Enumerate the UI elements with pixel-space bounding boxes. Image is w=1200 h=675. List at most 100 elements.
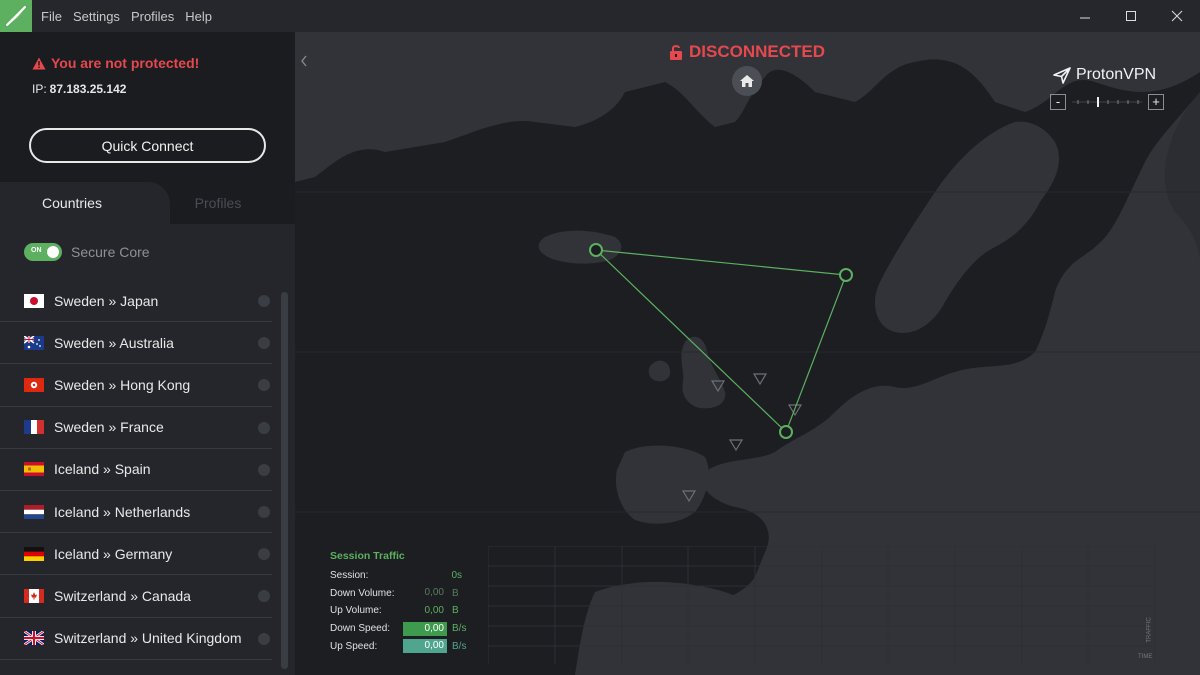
maximize-button[interactable] [1108,0,1154,32]
zoom-slider[interactable] [1070,97,1144,107]
tab-countries[interactable]: Countries [0,182,170,224]
server-label: Iceland » Spain [54,461,151,478]
session-traffic-panel: Session Traffic Session: 0s Down Volume:… [330,550,466,655]
server-connect-dot[interactable] [258,421,270,434]
server-label: Switzerland » United Kingdom [54,630,242,647]
server-list-scrollbar[interactable] [281,292,288,669]
secure-core-label: Secure Core [71,244,150,260]
quick-connect-button[interactable]: Quick Connect [29,128,266,163]
server-label: Sweden » Australia [54,334,174,351]
title-bar: File Settings Profiles Help [0,0,1200,32]
protonvpn-brand: ProtonVPN [1053,66,1156,84]
server-row[interactable]: Switzerland » United Kingdom [0,618,272,660]
ip-address: IP: 87.183.25.142 [32,82,126,96]
menu-help[interactable]: Help [185,9,212,24]
chevron-left-icon [301,55,307,67]
connection-status-panel: You are not protected! IP: 87.183.25.142 … [0,32,295,182]
menu-file[interactable]: File [41,9,62,24]
toggle-state-label: ON [31,247,42,254]
hong-kong-flag-icon [24,377,44,392]
server-label: Sweden » Hong Kong [54,376,191,393]
collapse-sidebar-button[interactable] [300,54,308,70]
graph-x-label: TIME [1138,654,1153,660]
netherlands-flag-icon [24,504,44,519]
server-row[interactable]: Sweden » Australia [0,322,272,365]
up-volume-row: Up Volume: 0,00 B [330,602,459,620]
ip-value: 87.183.25.142 [49,82,127,96]
server-connect-dot[interactable] [258,337,270,350]
server-row[interactable]: Iceland » Netherlands [0,491,272,534]
up-volume-value: 0,00 [424,604,444,616]
brand-name: ProtonVPN [1076,66,1157,83]
window-controls [1062,0,1200,32]
canada-flag-icon [24,588,44,603]
traffic-graph [488,546,1156,664]
sidebar: You are not protected! IP: 87.183.25.142 … [0,32,295,675]
germany-flag-icon [24,546,44,561]
down-volume-unit: B [452,587,459,599]
menu-profiles[interactable]: Profiles [131,9,174,24]
down-speed-unit: B/s [452,623,467,635]
minimize-button[interactable] [1062,0,1108,32]
server-connect-dot[interactable] [258,463,270,476]
server-label: Iceland » Germany [54,545,173,562]
session-row: Session: 0s [330,567,462,585]
session-value: 0s [451,569,462,581]
secure-core-toggle[interactable]: ON [24,243,62,261]
down-speed-row: Down Speed: 0,00 B/s [330,620,466,638]
secure-core-row: ON Secure Core [24,243,150,261]
home-location-button[interactable] [732,66,762,96]
zoom-control: - + [1050,94,1164,110]
protonvpn-logo-icon [1053,66,1071,84]
toggle-knob [47,246,59,258]
down-speed-label: Down Speed: [330,623,391,635]
close-icon [1171,10,1183,22]
protonvpn-window: File Settings Profiles Help You are not … [0,0,1200,675]
zoom-in-button[interactable]: + [1148,94,1164,110]
server-label: Sweden » France [54,419,164,436]
warning-text: You are not protected! [51,55,200,71]
home-icon [740,75,754,87]
server-connect-dot[interactable] [258,632,270,645]
server-row[interactable]: Iceland » Germany [0,533,272,576]
close-button[interactable] [1154,0,1200,32]
ip-label: IP: [32,82,47,96]
warning-icon [32,57,46,69]
up-speed-label: Up Speed: [330,640,378,652]
zoom-out-button[interactable]: - [1050,94,1066,110]
up-volume-unit: B [452,605,459,617]
menu-settings[interactable]: Settings [73,9,120,24]
japan-flag-icon [24,293,44,308]
server-row[interactable]: Iceland » Spain [0,449,272,491]
server-connect-dot[interactable] [258,590,270,603]
down-volume-label: Down Volume: [330,587,395,599]
server-connect-dot[interactable] [258,379,270,392]
server-label: Iceland » Netherlands [54,503,191,520]
unlocked-icon [670,45,682,60]
tab-profiles[interactable]: Profiles [185,182,251,224]
not-protected-warning: You are not protected! [32,55,199,71]
protonvpn-logo-icon [0,0,32,32]
spain-flag-icon [24,462,44,477]
server-list: Sweden » Japan Sweden » Australia Sweden… [0,280,272,660]
world-map[interactable]: DISCONNECTED ProtonVPN - + TRAFFIC TIME … [295,32,1200,675]
down-speed-value: 0,00 [403,621,447,636]
session-traffic-title: Session Traffic [330,550,405,562]
server-label: Switzerland » Canada [54,587,191,604]
down-volume-value: 0,00 [424,587,444,599]
up-speed-row: Up Speed: 0,00 B/s [330,637,466,655]
server-connect-dot[interactable] [258,548,270,561]
server-connect-dot[interactable] [258,295,270,307]
server-row[interactable]: Sweden » Japan [0,280,272,323]
disconnected-label: DISCONNECTED [689,42,826,61]
minimize-icon [1080,17,1090,19]
sidebar-tabs: Countries Profiles [0,182,295,224]
australia-flag-icon [24,335,44,350]
menu-bar: File Settings Profiles Help [41,9,223,24]
server-row[interactable]: Sweden » Hong Kong [0,364,272,407]
down-volume-row: Down Volume: 0,00 B [330,585,459,603]
server-row[interactable]: Sweden » France [0,407,272,449]
server-row[interactable]: Switzerland » Canada [0,575,272,618]
graph-y-label: TRAFFIC [1146,617,1153,643]
server-connect-dot[interactable] [258,505,270,518]
